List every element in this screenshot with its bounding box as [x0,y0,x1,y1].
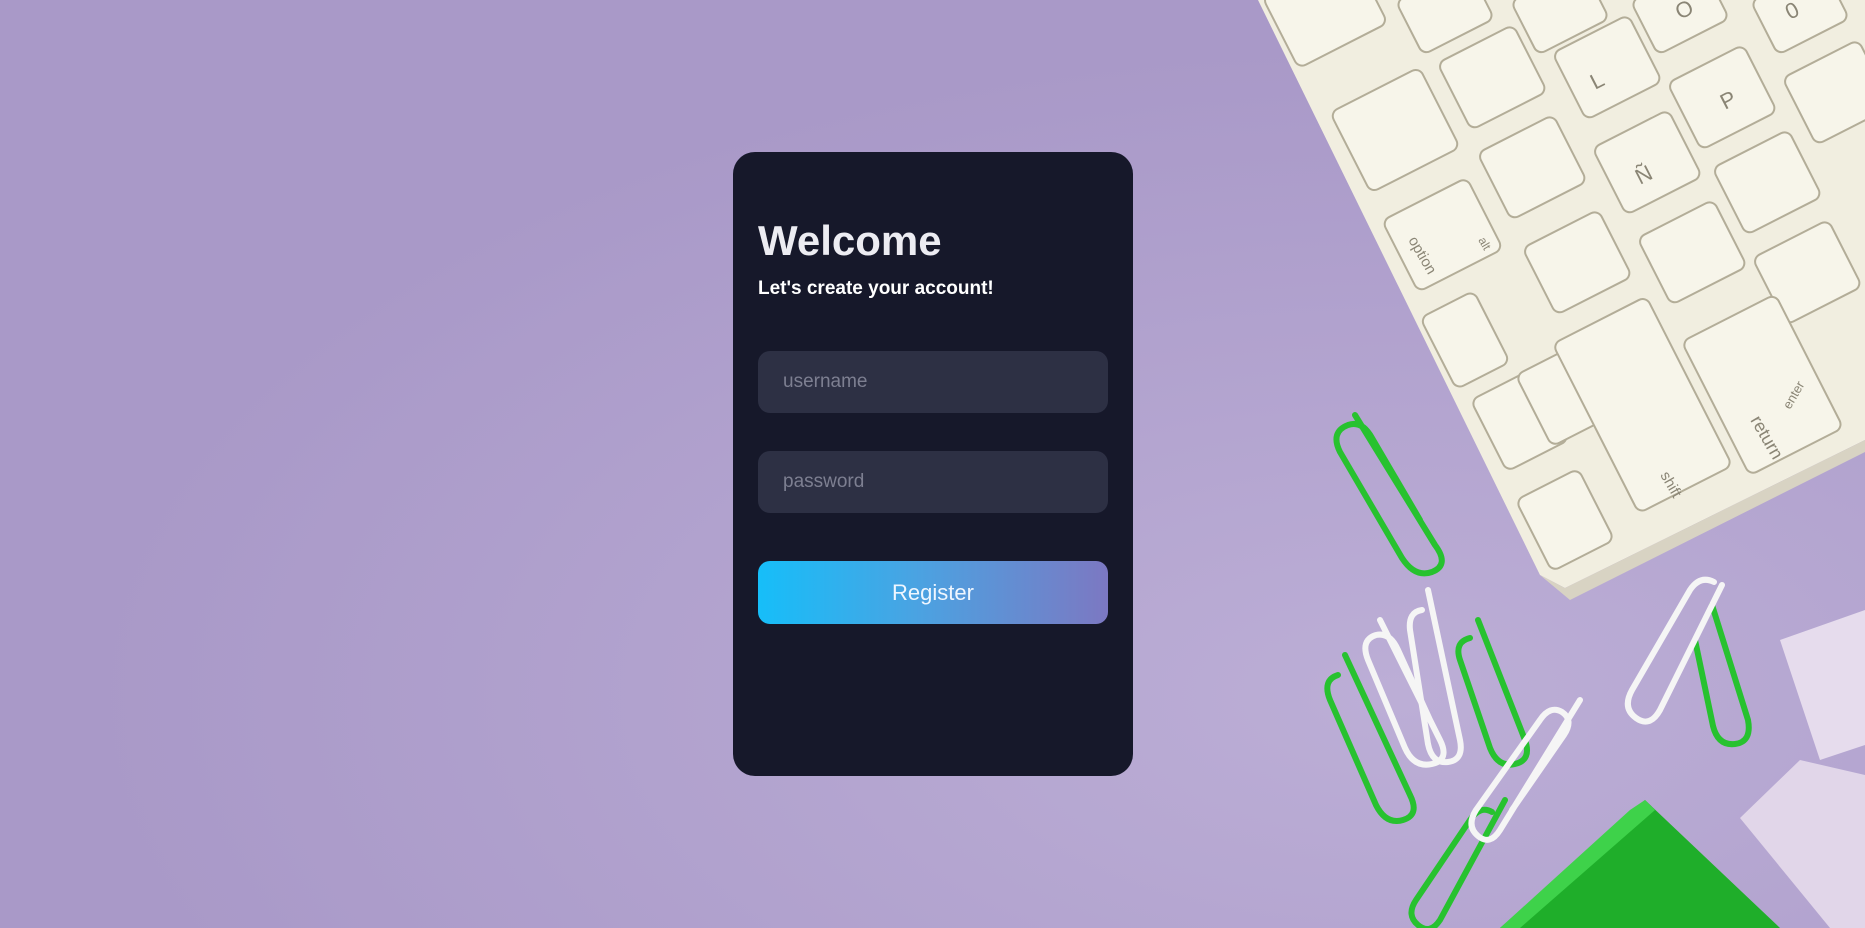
register-button[interactable]: Register [758,561,1108,624]
register-card: Welcome Let's create your account! Regis… [733,152,1133,776]
username-input[interactable] [758,351,1108,413]
welcome-title: Welcome [758,217,942,264]
password-input[interactable] [758,451,1108,513]
welcome-subtitle: Let's create your account! [758,278,994,299]
